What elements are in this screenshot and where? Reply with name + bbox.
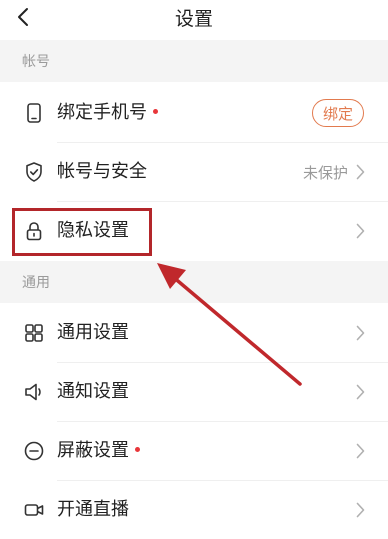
highlight-box bbox=[12, 208, 152, 256]
row-notification-settings[interactable]: 通知设置 bbox=[0, 363, 388, 421]
row-label: 开通直播 bbox=[57, 499, 129, 520]
row-block-settings[interactable]: 屏蔽设置 bbox=[0, 422, 388, 480]
row-label: 屏蔽设置 bbox=[57, 439, 140, 463]
bind-button[interactable]: 绑定 bbox=[312, 99, 364, 127]
chevron-right-icon bbox=[354, 324, 366, 342]
red-dot-badge bbox=[153, 108, 158, 114]
row-label: 帐号与安全 bbox=[57, 161, 147, 182]
chevron-right-icon bbox=[354, 383, 366, 401]
section-header-general: 通用 bbox=[0, 261, 388, 303]
row-bind-phone[interactable]: 绑定手机号 绑定 bbox=[0, 84, 388, 142]
page-title: 设置 bbox=[174, 8, 213, 30]
chevron-right-icon bbox=[354, 442, 366, 460]
top-bar: 设置 bbox=[0, 0, 388, 40]
section-header-account: 帐号 bbox=[0, 40, 388, 82]
row-label: 绑定手机号 bbox=[57, 101, 158, 125]
video-icon bbox=[22, 498, 46, 522]
section-title: 通用 bbox=[22, 275, 50, 291]
row-start-live[interactable]: 开通直播 bbox=[0, 481, 388, 539]
phone-icon bbox=[22, 101, 46, 125]
chevron-right-icon bbox=[354, 163, 366, 181]
row-label: 通知设置 bbox=[57, 381, 129, 402]
speaker-icon bbox=[22, 380, 46, 404]
red-dot-badge bbox=[135, 446, 140, 452]
status-text: 未保护 bbox=[302, 163, 348, 182]
row-general-settings[interactable]: 通用设置 bbox=[0, 304, 388, 362]
minus-circle-icon bbox=[22, 439, 46, 463]
grid-icon bbox=[22, 321, 46, 345]
chevron-right-icon bbox=[354, 501, 366, 519]
section-title: 帐号 bbox=[22, 54, 50, 70]
shield-check-icon bbox=[22, 160, 46, 184]
row-account-security[interactable]: 帐号与安全 未保护 bbox=[0, 143, 388, 201]
chevron-right-icon bbox=[354, 222, 366, 240]
row-label: 通用设置 bbox=[57, 322, 129, 343]
